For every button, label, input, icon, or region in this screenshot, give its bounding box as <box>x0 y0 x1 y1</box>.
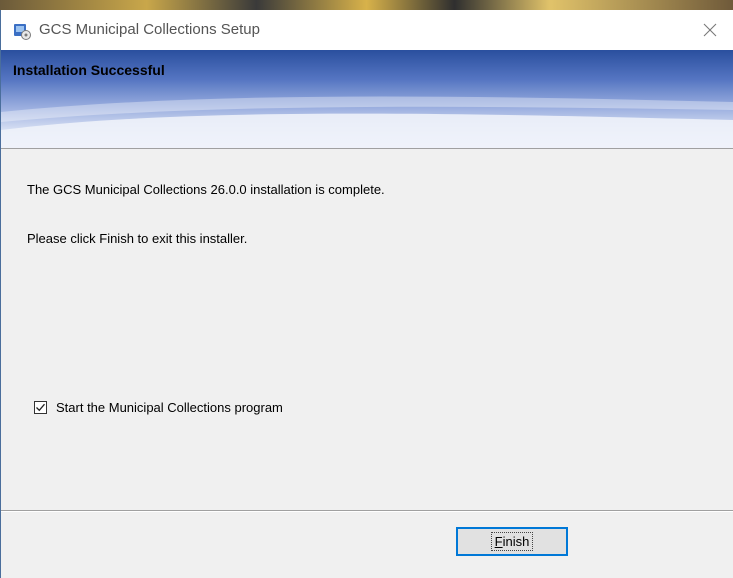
finish-mnemonic: F <box>494 534 503 549</box>
content-area: The GCS Municipal Collections 26.0.0 ins… <box>1 149 733 497</box>
page-title: Installation Successful <box>13 62 165 78</box>
start-program-option[interactable]: Start the Municipal Collections program <box>34 400 283 415</box>
finish-button[interactable]: Finish <box>456 527 568 556</box>
completion-message: The GCS Municipal Collections 26.0.0 ins… <box>27 182 385 197</box>
window-title: GCS Municipal Collections Setup <box>39 21 260 38</box>
installer-icon <box>13 22 31 40</box>
title-bar[interactable]: GCS Municipal Collections Setup <box>1 10 733 50</box>
footer-divider-highlight <box>1 511 733 512</box>
desktop-background <box>0 0 733 10</box>
checkmark-icon <box>36 403 45 412</box>
finish-button-label: Finish <box>490 532 534 551</box>
instruction-message: Please click Finish to exit this install… <box>27 231 248 246</box>
header-banner: Installation Successful <box>1 50 733 148</box>
start-program-label: Start the Municipal Collections program <box>56 400 283 415</box>
finish-label-rest: inish <box>502 534 530 549</box>
start-program-checkbox[interactable] <box>34 401 47 414</box>
close-icon[interactable] <box>687 10 733 50</box>
setup-window: GCS Municipal Collections Setup Installa… <box>0 10 733 578</box>
